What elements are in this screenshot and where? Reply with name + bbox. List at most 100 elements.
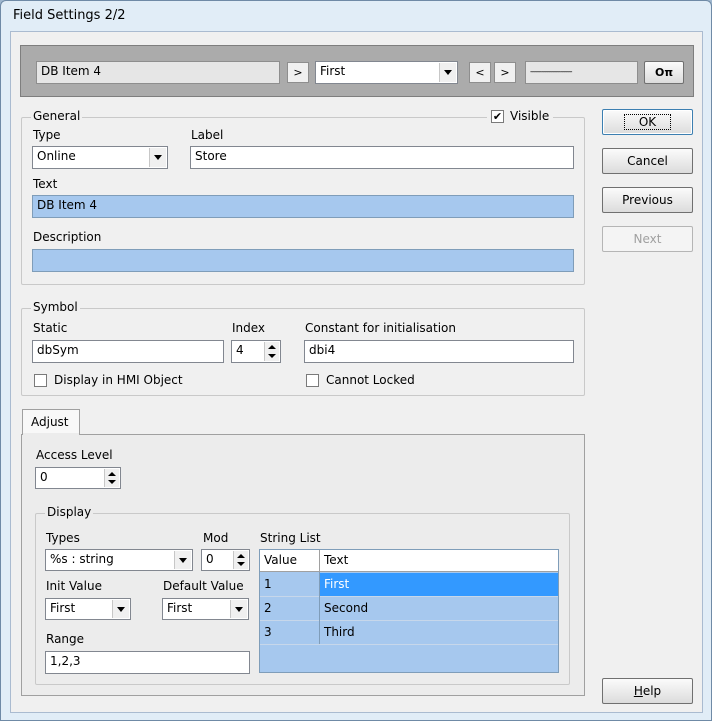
checkmark-icon: ✔	[492, 109, 503, 123]
static-input[interactable]: dbSym	[32, 340, 224, 363]
static-input-value: dbSym	[37, 343, 79, 357]
index-label: Index	[232, 321, 266, 335]
init-value-select[interactable]: First	[45, 598, 131, 620]
dialog-window: Field Settings 2/2 DB Item 4 > First < >…	[0, 0, 712, 721]
static-label: Static	[33, 321, 68, 335]
description-input[interactable]	[32, 249, 574, 272]
column-header-text[interactable]: Text	[324, 553, 348, 567]
key-button[interactable]: Oπ	[644, 61, 684, 84]
label-input[interactable]: Store	[190, 146, 574, 169]
init-value-label: Init Value	[46, 579, 102, 593]
general-legend: General	[31, 109, 83, 123]
tab-adjust-label: Adjust	[31, 415, 69, 429]
chevron-down-icon[interactable]	[230, 600, 247, 618]
range-label: Range	[46, 632, 85, 646]
cannot-locked-row[interactable]: Cannot Locked	[306, 373, 415, 387]
constant-input[interactable]: dbi4	[304, 340, 574, 363]
help-label-rest: elp	[642, 684, 662, 698]
chevron-down-icon[interactable]	[149, 148, 166, 167]
range-input[interactable]: 1,2,3	[45, 651, 250, 674]
types-select-value: %s : string	[50, 552, 114, 566]
text-label: Text	[33, 177, 58, 191]
chevron-down-icon[interactable]	[112, 600, 129, 618]
type-select[interactable]: Online	[32, 146, 168, 169]
index-spinner-value: 4	[236, 343, 244, 357]
chevron-down-icon[interactable]	[439, 63, 456, 82]
spin-arrows-icon[interactable]	[104, 469, 119, 487]
help-button[interactable]: Help	[602, 678, 693, 704]
string-list-label: String List	[260, 531, 321, 545]
chevron-down-icon[interactable]	[174, 551, 191, 569]
chevron-left-icon: <	[475, 66, 485, 79]
cancel-button[interactable]: Cancel	[602, 148, 693, 174]
cannot-locked-checkbox[interactable]	[306, 373, 319, 387]
mod-spinner[interactable]: 0	[201, 549, 250, 571]
tab-adjust[interactable]: Adjust	[22, 409, 80, 435]
row-text-cell-selected[interactable]: First	[320, 573, 558, 596]
visible-checkbox[interactable]: ✔	[491, 109, 504, 123]
column-header-value[interactable]: Value	[264, 553, 297, 567]
go-next-button[interactable]: >	[287, 62, 309, 83]
display-hmi-row[interactable]: Display in HMI Object	[34, 373, 183, 387]
symbol-legend: Symbol	[31, 300, 80, 314]
table-row[interactable]: 1 First	[260, 573, 558, 596]
default-value-label: Default Value	[163, 579, 244, 593]
record-select[interactable]: First	[315, 61, 458, 84]
access-level-value: 0	[40, 470, 48, 484]
help-mnemonic: H	[633, 684, 643, 698]
default-value-select-value: First	[167, 601, 193, 615]
spin-arrows-icon[interactable]	[264, 342, 279, 361]
key-icon: Oπ	[654, 66, 674, 79]
window-title: Field Settings 2/2	[13, 8, 126, 23]
row-value-cell: 1	[264, 577, 272, 591]
tab-join	[23, 433, 79, 436]
type-label: Type	[33, 128, 61, 142]
cannot-locked-label: Cannot Locked	[326, 373, 415, 387]
row-text-cell: First	[324, 577, 350, 591]
label-input-value: Store	[195, 149, 227, 163]
current-item-field: DB Item 4	[36, 61, 280, 84]
next-button-label: Next	[633, 232, 662, 246]
access-level-spinner[interactable]: 0	[35, 467, 121, 489]
text-input-value: DB Item 4	[37, 198, 98, 212]
types-select[interactable]: %s : string	[45, 549, 193, 571]
display-hmi-checkbox[interactable]	[34, 373, 47, 387]
previous-button[interactable]: Previous	[602, 187, 693, 213]
ok-button-label: OK	[623, 114, 672, 130]
mod-label: Mod	[203, 531, 229, 545]
visible-label: Visible	[510, 109, 550, 123]
row-text-cell: Second	[324, 601, 369, 615]
table-row[interactable]: 3 Third	[260, 621, 558, 644]
range-input-value: 1,2,3	[50, 654, 81, 668]
string-list-grid[interactable]: Value Text 1 First 2 Second 3 Third	[259, 549, 559, 673]
row-value-cell: 3	[264, 625, 272, 639]
constant-label: Constant for initialisation	[305, 321, 457, 335]
constant-input-value: dbi4	[309, 343, 336, 357]
mod-spinner-value: 0	[206, 552, 214, 566]
spin-arrows-icon[interactable]	[233, 551, 248, 569]
cancel-button-label: Cancel	[627, 154, 668, 168]
type-select-value: Online	[37, 149, 76, 163]
previous-button-label: Previous	[622, 193, 673, 207]
record-select-value: First	[320, 64, 346, 78]
next-record-button[interactable]: >	[494, 62, 516, 83]
string-list-header: Value Text	[260, 550, 558, 572]
visible-checkbox-row[interactable]: ✔ Visible	[487, 109, 554, 123]
row-text-cell: Third	[324, 625, 355, 639]
help-button-label: Help	[634, 684, 661, 698]
status-field-value: ----------------------	[530, 67, 573, 76]
init-value-select-value: First	[50, 601, 76, 615]
row-value-cell: 2	[264, 601, 272, 615]
ok-button[interactable]: OK	[602, 109, 693, 135]
next-button[interactable]: Next	[602, 226, 693, 252]
title-bar[interactable]: Field Settings 2/2	[1, 1, 711, 31]
default-value-select[interactable]: First	[162, 598, 249, 620]
chevron-right-icon: >	[500, 66, 510, 79]
current-item-value: DB Item 4	[41, 64, 102, 78]
previous-record-button[interactable]: <	[469, 62, 491, 83]
types-label: Types	[46, 531, 80, 545]
table-row[interactable]: 2 Second	[260, 597, 558, 620]
status-field: ----------------------	[525, 61, 638, 84]
text-input[interactable]: DB Item 4	[32, 195, 574, 218]
index-spinner[interactable]: 4	[231, 340, 281, 363]
